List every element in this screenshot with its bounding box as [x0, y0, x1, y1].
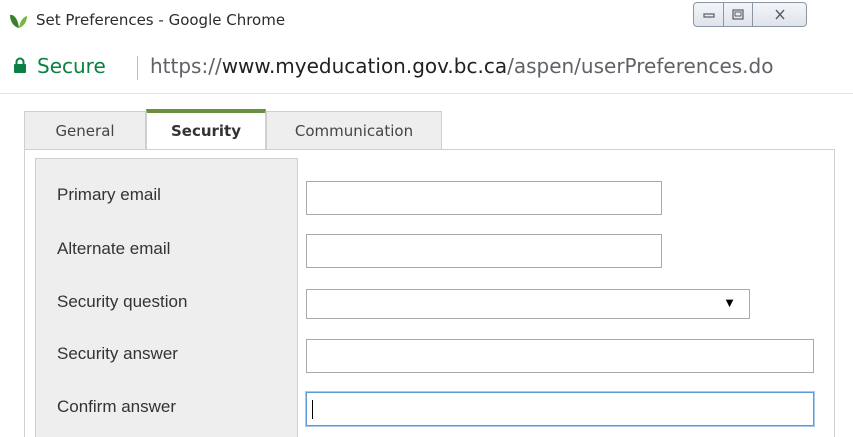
window-titlebar: Set Preferences - Google Chrome: [0, 0, 853, 40]
security-answer-field[interactable]: [306, 339, 814, 373]
labels-column: Primary email Alternate email Security q…: [35, 158, 298, 437]
alternate-email-label: Alternate email: [57, 239, 171, 258]
secure-label: Secure: [37, 54, 106, 78]
lock-icon: [14, 57, 26, 73]
confirm-answer-field[interactable]: [306, 392, 814, 426]
address-separator: [137, 56, 138, 80]
dropdown-arrow-icon: ▼: [723, 295, 736, 310]
url-host: www.myeducation.gov.bc.ca: [221, 54, 508, 78]
close-icon: [774, 9, 785, 20]
tab-security[interactable]: Security: [146, 109, 266, 149]
minimize-button[interactable]: [693, 2, 724, 27]
url-text[interactable]: https://www.myeducation.gov.bc.ca/aspen/…: [150, 54, 773, 78]
security-question-label: Security question: [57, 292, 188, 311]
app-leaf-icon: [10, 14, 27, 28]
alternate-email-field[interactable]: [306, 234, 662, 268]
tab-general[interactable]: General: [24, 111, 146, 149]
primary-email-field[interactable]: [306, 181, 662, 215]
minimize-icon: [702, 12, 715, 18]
close-button[interactable]: [753, 2, 807, 27]
window-title: Set Preferences - Google Chrome: [36, 11, 286, 29]
maximize-icon: [732, 9, 744, 20]
text-caret: [312, 400, 313, 419]
primary-email-label: Primary email: [57, 185, 161, 204]
maximize-button[interactable]: [724, 2, 753, 27]
url-path: /aspen/userPreferences.do: [507, 54, 774, 78]
confirm-answer-label: Confirm answer: [57, 397, 177, 416]
security-question-select[interactable]: ▼: [306, 289, 750, 319]
preferences-tabs: General Security Communication: [24, 109, 442, 149]
window-controls: [693, 2, 807, 27]
security-answer-label: Security answer: [57, 344, 178, 363]
address-bar[interactable]: Secure https://www.myeducation.gov.bc.ca…: [0, 40, 853, 94]
url-scheme: https://: [150, 54, 222, 78]
security-panel: Primary email Alternate email Security q…: [24, 149, 835, 437]
page-content: General Security Communication Primary e…: [0, 95, 853, 437]
tab-communication[interactable]: Communication: [266, 111, 442, 149]
